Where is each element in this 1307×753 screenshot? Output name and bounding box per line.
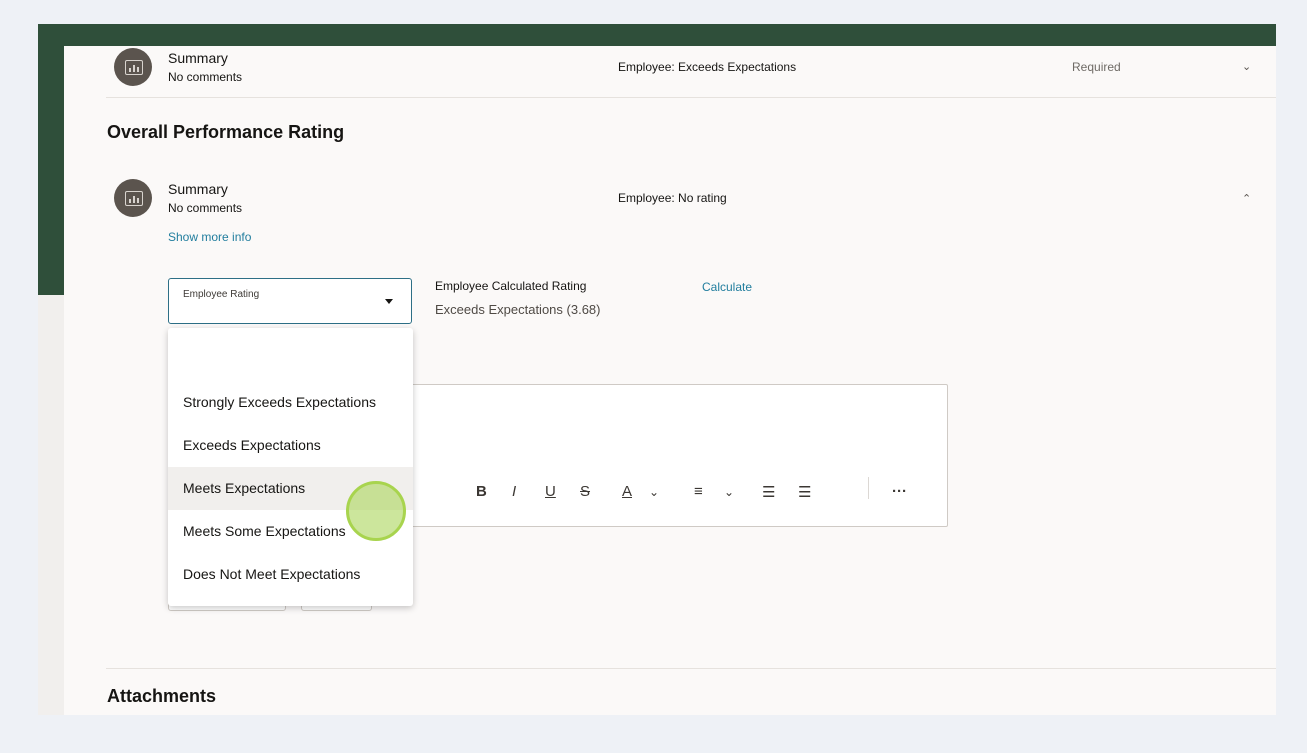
dropdown-option-does-not-meet[interactable]: Does Not Meet Expectations bbox=[168, 553, 413, 596]
dropdown-option-exceeds[interactable]: Exceeds Expectations bbox=[168, 424, 413, 467]
bulleted-list-icon[interactable]: ☰ bbox=[762, 483, 775, 501]
caret-down-icon bbox=[385, 299, 393, 304]
chevron-down-icon[interactable]: ⌄ bbox=[724, 485, 734, 499]
section-divider bbox=[106, 668, 1276, 669]
overall-comment: No comments bbox=[168, 201, 243, 215]
chart-avatar-icon bbox=[114, 48, 152, 86]
overall-rating: Employee: No rating bbox=[618, 191, 727, 205]
app-window: Summary No comments Employee: Exceeds Ex… bbox=[38, 24, 1276, 715]
chevron-down-icon[interactable]: ⌄ bbox=[649, 485, 659, 499]
goal-title: Summary bbox=[168, 50, 228, 66]
align-left-icon[interactable]: ≡ bbox=[694, 483, 703, 500]
show-more-info-link[interactable]: Show more info bbox=[168, 230, 251, 244]
calculate-link[interactable]: Calculate bbox=[702, 280, 752, 294]
required-label: Required bbox=[1072, 60, 1121, 74]
chevron-up-icon[interactable]: ⌃ bbox=[1242, 192, 1251, 205]
calculated-rating-label: Employee Calculated Rating bbox=[435, 279, 587, 293]
comment-editor[interactable]: B I U S A ⌄ ≡ ⌄ ☰ ☰ ··· bbox=[401, 384, 948, 527]
employee-rating-select[interactable]: Employee Rating bbox=[168, 278, 412, 324]
underline-button[interactable]: U bbox=[545, 483, 556, 500]
header-band bbox=[38, 24, 1276, 46]
strikethrough-button[interactable]: S bbox=[580, 483, 590, 500]
main-content: Summary No comments Employee: Exceeds Ex… bbox=[64, 46, 1276, 715]
font-color-button[interactable]: A bbox=[622, 483, 632, 500]
side-gutter bbox=[38, 295, 64, 715]
overall-heading: Overall Performance Rating bbox=[107, 122, 345, 142]
screenshot-frame: Summary No comments Employee: Exceeds Ex… bbox=[0, 0, 1307, 753]
employee-rating-label: Employee Rating bbox=[183, 289, 260, 300]
toolbar-divider bbox=[868, 477, 869, 499]
bold-button[interactable]: B bbox=[476, 483, 487, 500]
row-divider bbox=[106, 97, 1276, 98]
goal-row[interactable]: Summary No comments Employee: Exceeds Ex… bbox=[64, 46, 1276, 98]
goal-comment: No comments bbox=[168, 70, 243, 84]
italic-button[interactable]: I bbox=[512, 483, 516, 500]
click-indicator bbox=[346, 481, 406, 541]
dropdown-option-empty[interactable] bbox=[168, 341, 413, 384]
overall-summary-title: Summary bbox=[168, 181, 228, 197]
calculated-rating-value: Exceeds Expectations (3.68) bbox=[435, 302, 601, 317]
chart-avatar-icon bbox=[114, 179, 152, 217]
chevron-down-icon[interactable]: ⌄ bbox=[1242, 60, 1251, 73]
numbered-list-icon[interactable]: ☰ bbox=[798, 483, 811, 501]
more-options-button[interactable]: ··· bbox=[892, 483, 907, 500]
side-band bbox=[38, 24, 64, 295]
rating-dropdown-list: Strongly Exceeds Expectations Exceeds Ex… bbox=[168, 328, 413, 606]
attachments-heading: Attachments bbox=[107, 686, 217, 706]
goal-rating: Employee: Exceeds Expectations bbox=[618, 60, 797, 74]
dropdown-option-strongly-exceeds[interactable]: Strongly Exceeds Expectations bbox=[168, 381, 413, 424]
